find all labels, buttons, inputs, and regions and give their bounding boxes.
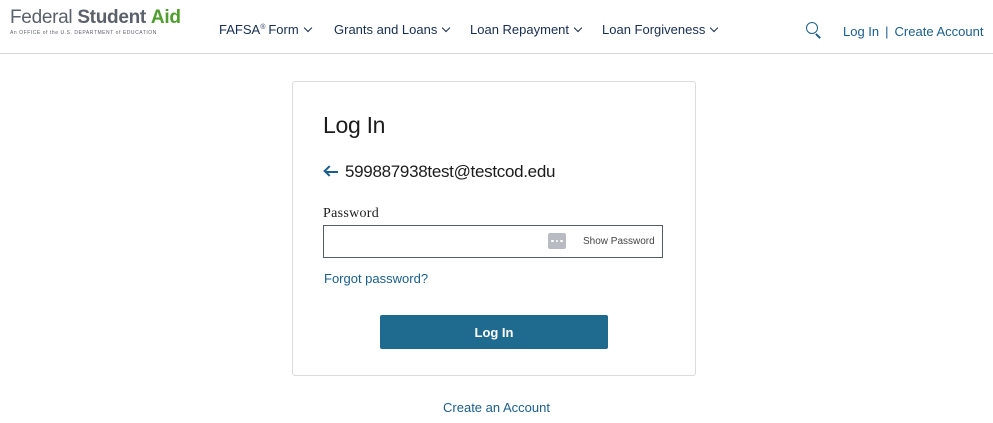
auth-separator: | xyxy=(885,24,889,39)
auth-links: Log In | Create Account xyxy=(843,24,983,39)
nav-grants-and-loans[interactable]: Grants and Loans xyxy=(334,22,451,37)
site-header: Federal Student Aid An OFFICE of the U.S… xyxy=(0,0,993,54)
password-input[interactable] xyxy=(324,226,539,257)
federal-student-aid-logo[interactable]: Federal Student Aid An OFFICE of the U.S… xyxy=(10,7,181,37)
header-create-account-link[interactable]: Create Account xyxy=(895,24,984,39)
logo-tagline: An OFFICE of the U.S. DEPARTMENT of EDUC… xyxy=(10,30,157,36)
nav-loan-forgiveness[interactable]: Loan Forgiveness xyxy=(602,22,719,37)
login-card: Log In 599887938test@testcod.edu Passwor… xyxy=(292,81,696,376)
header-login-link[interactable]: Log In xyxy=(843,24,879,39)
login-button[interactable]: Log In xyxy=(380,315,608,349)
nav-fafsa-form[interactable]: FAFSA ® Form xyxy=(219,22,312,37)
page-title: Log In xyxy=(323,112,386,138)
create-account-link[interactable]: Create an Account xyxy=(0,400,993,415)
chevron-down-icon xyxy=(303,23,312,32)
chevron-down-icon xyxy=(442,23,451,32)
search-icon[interactable] xyxy=(806,22,822,39)
forgot-password-link[interactable]: Forgot password? xyxy=(324,271,428,286)
chevron-down-icon xyxy=(710,23,719,32)
password-label: Password xyxy=(323,206,380,221)
arrow-left-icon[interactable] xyxy=(323,165,339,179)
account-email: 599887938test@testcod.edu xyxy=(345,162,556,181)
chevron-down-icon xyxy=(573,23,583,32)
password-dots-icon xyxy=(548,233,566,249)
account-row: 599887938test@testcod.edu xyxy=(323,162,555,182)
password-field-wrapper: Show Password xyxy=(323,225,663,258)
show-password-button[interactable]: Show Password xyxy=(583,236,655,247)
nav-loan-repayment[interactable]: Loan Repayment xyxy=(470,22,583,37)
logo-wordmark: Federal Student Aid xyxy=(10,7,181,28)
